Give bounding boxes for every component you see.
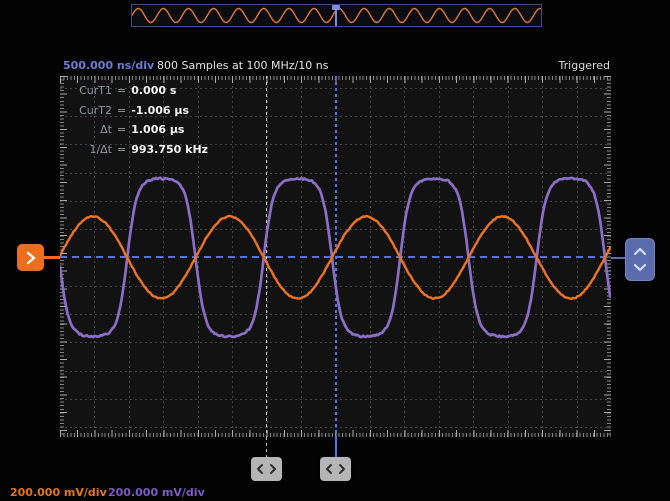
channel-1-marker-line — [44, 256, 60, 259]
equals-sign: = — [117, 122, 126, 138]
curt2-value: -1.006 µs — [131, 103, 189, 119]
chevron-right-icon — [26, 251, 36, 265]
readout-row-delta-t: Δt = 1.006 µs — [66, 122, 208, 142]
channel-2-marker-line — [611, 257, 625, 259]
chevron-left-icon — [325, 463, 333, 475]
readout-row-curt1: CurT1 = 0.000 s — [66, 83, 208, 103]
trigger-position-marker[interactable] — [335, 5, 337, 26]
readout-row-curt2: CurT2 = -1.006 µs — [66, 103, 208, 123]
inverse-delta-t-label: 1/Δt — [66, 142, 112, 158]
timebase-label: 500.000 ns/div — [63, 59, 154, 73]
sample-rate-label: 800 Samples at 100 MHz/10 ns — [157, 59, 328, 73]
trigger-status: Triggered — [559, 59, 610, 73]
channel-2-offset-marker[interactable] — [625, 238, 655, 281]
cursor-readout: CurT1 = 0.000 s CurT2 = -1.006 µs Δt = 1.006 µ… — [66, 83, 208, 161]
cursor-t1-stem — [335, 437, 337, 458]
cursor-t2-handle[interactable] — [251, 457, 282, 481]
equals-sign: = — [117, 142, 126, 158]
equals-sign: = — [117, 83, 126, 99]
cursor-t2-stem — [266, 437, 267, 458]
oscilloscope-window: 500.000 ns/div 800 Samples at 100 MHz/10… — [0, 0, 670, 501]
trigger-flag-icon — [332, 5, 340, 10]
channel-2-trace — [60, 178, 611, 337]
channel-2-scale-label: 200.000 mV/div — [108, 486, 205, 500]
curt2-label: CurT2 — [66, 103, 112, 119]
inverse-delta-t-value: 993.750 kHz — [131, 142, 208, 158]
buffer-preview[interactable] — [131, 4, 542, 27]
chevron-right-icon — [338, 463, 346, 475]
chevron-down-icon — [633, 263, 647, 272]
channel-1-scale-label: 200.000 mV/div — [10, 486, 107, 500]
delta-t-value: 1.006 µs — [131, 122, 184, 138]
delta-t-label: Δt — [66, 122, 112, 138]
chevron-left-icon — [256, 463, 264, 475]
cursor-t1-handle[interactable] — [320, 457, 351, 481]
chevron-up-icon — [633, 247, 647, 256]
readout-row-inverse-delta-t: 1/Δt = 993.750 kHz — [66, 142, 208, 162]
channel-1-offset-marker[interactable] — [17, 244, 44, 271]
curt1-label: CurT1 — [66, 83, 112, 99]
equals-sign: = — [117, 103, 126, 119]
curt1-value: 0.000 s — [131, 83, 176, 99]
chevron-right-icon — [269, 463, 277, 475]
